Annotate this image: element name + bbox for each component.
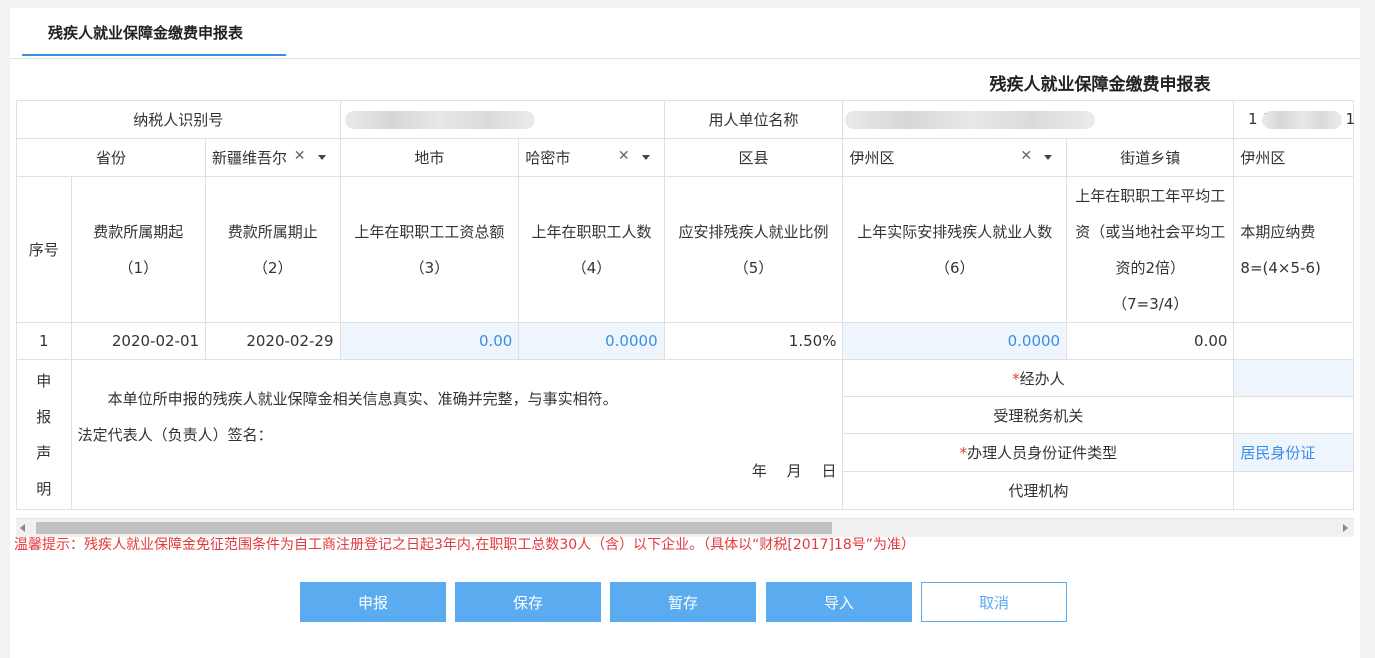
col-period-start: 费款所属期起 （1）: [70, 176, 207, 323]
declaration-table: 纳税人识别号 用人单位名称 联系电话 省份 新疆维吾尔 ✕ 地市: [16, 100, 1354, 510]
id-type-select[interactable]: 居民身份证: [1233, 433, 1354, 472]
row-fee-due: [1233, 322, 1354, 360]
col-ratio: 应安排残疾人就业比例 （5）: [663, 176, 844, 323]
taxpayer-id-value: [339, 100, 665, 139]
employer-name-label: 用人单位名称: [663, 100, 844, 139]
form-title: 残疾人就业保障金缴费申报表: [989, 75, 1211, 95]
row-seq: 1: [16, 322, 72, 360]
agency-value[interactable]: [1233, 471, 1354, 510]
temp-save-button[interactable]: 暂存: [610, 582, 756, 622]
declaration-side-label: 申报声明: [16, 359, 72, 510]
import-button[interactable]: 导入: [766, 582, 912, 622]
tab-disability-fee-form[interactable]: 残疾人就业保障金缴费申报表: [22, 8, 286, 56]
province-label: 省份: [16, 138, 207, 177]
agent-input[interactable]: [1233, 359, 1354, 397]
town-value[interactable]: 伊州区: [1233, 138, 1354, 177]
col-disabled-count: 上年实际安排残疾人就业人数 （6）: [842, 176, 1068, 323]
redacted-taxpayer-id: [344, 110, 535, 129]
tab-bar: 残疾人就业保障金缴费申报表: [10, 8, 1360, 59]
row-period-start: 2020-02-01: [70, 322, 207, 360]
scroll-right-icon[interactable]: [1343, 524, 1348, 532]
county-label: 区县: [663, 138, 844, 177]
tax-office-value[interactable]: [1233, 396, 1354, 434]
redacted-phone: [1261, 110, 1342, 129]
declaration-row-1: 申报声明 本单位所申报的残疾人就业保障金相关信息真实、准确并完整，与事实相符。 …: [16, 359, 1354, 510]
chevron-down-icon[interactable]: [641, 155, 650, 160]
signature-date: 年 月 日: [751, 461, 837, 480]
city-select[interactable]: 哈密市 ✕: [518, 138, 665, 177]
info-row-2: 省份 新疆维吾尔 ✕ 地市 哈密市 ✕ 区县 伊州区 ✕ 街道乡镇 伊州区: [16, 138, 1354, 177]
town-label: 街道乡镇: [1066, 138, 1235, 177]
employer-name-value: [842, 100, 1235, 139]
clear-icon[interactable]: ✕: [618, 148, 630, 164]
county-value: 伊州区: [849, 149, 895, 167]
row-period-end: 2020-02-29: [205, 322, 341, 360]
declaration-statement: 本单位所申报的残疾人就业保障金相关信息真实、准确并完整，与事实相符。: [107, 389, 618, 408]
county-select[interactable]: 伊州区 ✕: [842, 138, 1068, 177]
scroll-thumb[interactable]: [36, 522, 832, 534]
redacted-employer-name: [845, 110, 1096, 129]
table-row: 1 2020-02-01 2020-02-29 0.00 0.0000 1.50…: [16, 322, 1354, 360]
col-avg-wage: 上年在职职工年平均工资（或当地社会平均工资的2倍） （7=3/4）: [1066, 176, 1235, 323]
declaration-table-scroll[interactable]: 纳税人识别号 用人单位名称 联系电话 省份 新疆维吾尔 ✕ 地市: [16, 100, 1354, 518]
declare-button[interactable]: 申报: [300, 582, 446, 622]
tax-office-label: 受理税务机关: [842, 396, 1235, 434]
city-label: 地市: [339, 138, 520, 177]
agency-label: 代理机构: [842, 471, 1235, 510]
province-value: 新疆维吾尔: [212, 149, 288, 167]
col-period-end: 费款所属期止 （2）: [205, 176, 341, 323]
phone-value: 11: [1248, 110, 1354, 129]
agent-label: *经办人: [842, 359, 1235, 397]
id-type-label: *办理人员身份证件类型: [842, 433, 1235, 472]
chevron-down-icon[interactable]: [317, 155, 326, 160]
signature-label: 法定代表人（负责人）签名：: [77, 425, 273, 444]
clear-icon[interactable]: ✕: [1020, 148, 1032, 164]
taxpayer-id-label: 纳税人识别号: [16, 100, 341, 139]
city-value: 哈密市: [525, 149, 571, 167]
col-wage-total: 上年在职职工工资总额 （3）: [339, 176, 520, 323]
declaration-statement-block: 本单位所申报的残疾人就业保障金相关信息真实、准确并完整，与事实相符。 法定代表人…: [70, 359, 844, 510]
column-header-row: 序号 费款所属期起 （1） 费款所属期止 （2） 上年在职职工工资总额 （3） 上年在…: [16, 176, 1354, 323]
row-ratio: 1.50%: [663, 322, 844, 360]
clear-icon[interactable]: ✕: [294, 148, 306, 164]
save-button[interactable]: 保存: [455, 582, 601, 622]
warm-tip: 温馨提示：残疾人就业保障金免征范围条件为自工商注册登记之日起3年内,在职职工总数…: [14, 537, 916, 553]
row-avg-wage: 0.00: [1066, 322, 1235, 360]
info-row-1: 纳税人识别号 用人单位名称 联系电话: [16, 100, 1354, 139]
col-seq: 序号: [16, 176, 72, 323]
col-fee-due: 本期应纳费 8=(4×5-6): [1233, 176, 1354, 323]
staff-count-input[interactable]: 0.0000: [518, 322, 665, 360]
wage-total-input[interactable]: 0.00: [339, 322, 520, 360]
province-select[interactable]: 新疆维吾尔 ✕: [205, 138, 341, 177]
form-panel: 残疾人就业保障金缴费申报表 残疾人就业保障金缴费申报表 纳税人识别号 用人单位名…: [10, 8, 1360, 658]
col-staff-count: 上年在职职工人数 （4）: [518, 176, 665, 323]
disabled-count-input[interactable]: 0.0000: [842, 322, 1068, 360]
chevron-down-icon[interactable]: [1044, 155, 1053, 160]
scroll-left-icon[interactable]: [20, 524, 25, 532]
cancel-button[interactable]: 取消: [921, 582, 1067, 622]
